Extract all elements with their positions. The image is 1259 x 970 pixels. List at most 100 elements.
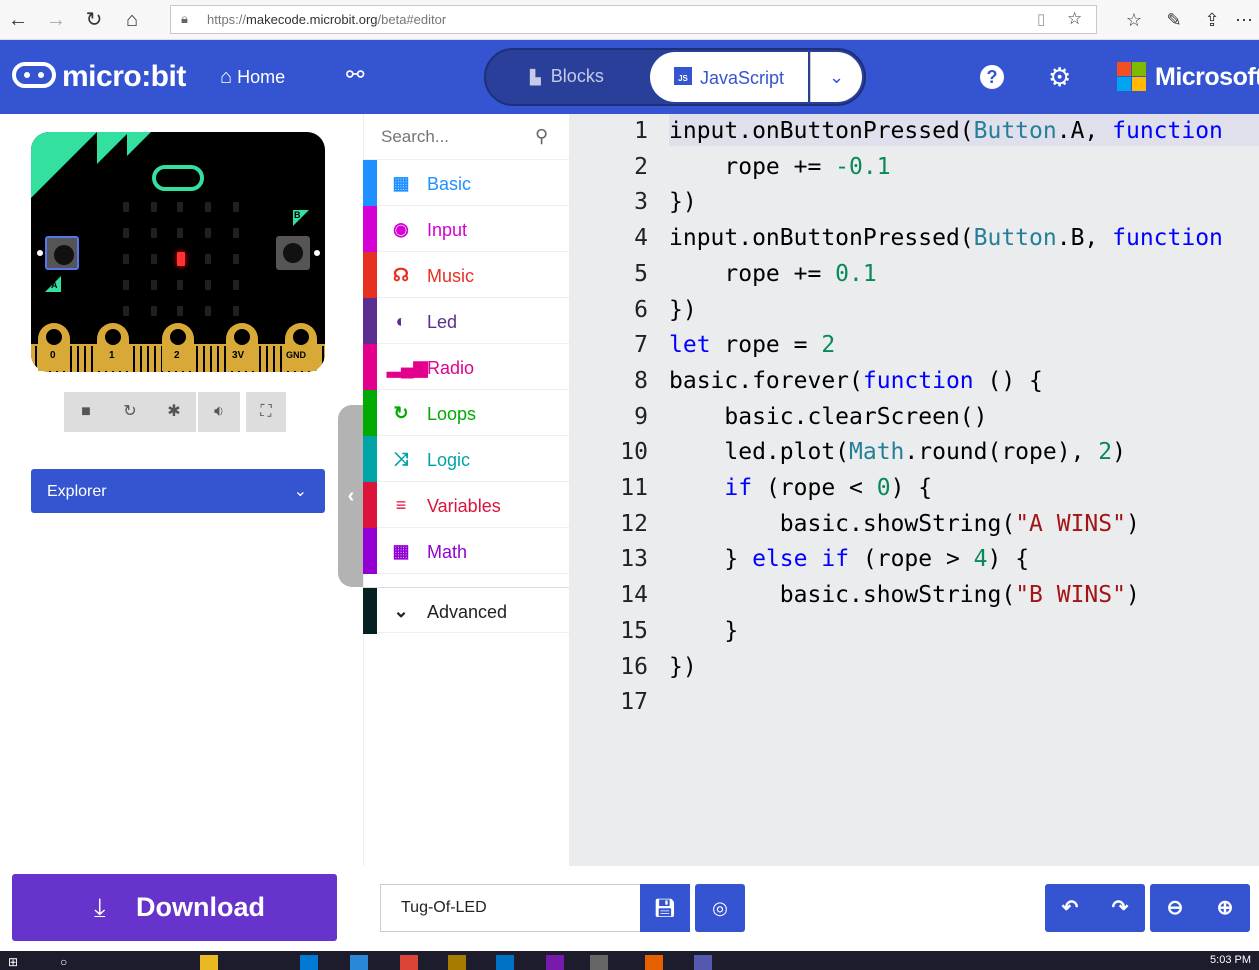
microbit-logo[interactable]: micro:bit (12, 60, 186, 93)
explorer-dropdown[interactable]: Explorer ⌄ (31, 469, 325, 513)
gear-icon[interactable]: ⚙ (1048, 62, 1071, 93)
code-line[interactable]: input.onButtonPressed(Button.B, function (669, 225, 1223, 251)
category-label: Advanced (427, 602, 508, 622)
stop-icon[interactable]: ■ (64, 392, 108, 432)
firefox-icon[interactable] (645, 955, 663, 970)
save-icon[interactable]: 💾︎ (640, 884, 690, 932)
refresh-icon[interactable]: ↻ (80, 6, 108, 34)
chevron-down-icon[interactable]: ⌄ (810, 52, 862, 102)
file-explorer-icon[interactable] (200, 955, 218, 970)
help-icon[interactable]: ? (980, 65, 1004, 89)
code-line[interactable]: if (rope < 0) { (669, 475, 932, 501)
code-line[interactable]: basic.showString("B WINS") (669, 582, 1140, 608)
code-line[interactable]: } (669, 618, 738, 644)
reading-view-icon[interactable]: ▯ (1037, 10, 1045, 28)
more-icon[interactable]: ⋯ (1230, 6, 1258, 34)
code-line[interactable]: } else if (rope > 4) { (669, 546, 1029, 572)
sound-icon[interactable]: 🔉︎ (196, 392, 240, 432)
pin-0[interactable] (38, 323, 70, 371)
outlook-icon[interactable] (496, 955, 514, 970)
active-app-icon[interactable] (590, 955, 608, 970)
category-advanced[interactable]: ⌄ Advanced (363, 587, 569, 634)
home-button[interactable]: ⌂ Home (220, 66, 285, 89)
search-icon[interactable]: ○ (60, 955, 78, 970)
line-number: 17 (620, 689, 648, 716)
pin-3v[interactable] (226, 323, 258, 371)
teams-icon[interactable] (694, 955, 712, 970)
chrome-icon[interactable] (400, 955, 418, 970)
category-music[interactable]: ☊ Music (363, 252, 569, 298)
microsoft-label[interactable]: Microsoft (1155, 63, 1259, 92)
connector-stripe (133, 346, 135, 372)
undo-icon[interactable]: ↶ (1045, 884, 1095, 932)
led-pixel (233, 306, 239, 316)
button-b[interactable] (276, 236, 310, 270)
category-variables[interactable]: ≡ Variables (363, 482, 569, 528)
app-icon[interactable] (448, 955, 466, 970)
windows-start-icon[interactable]: ⊞ (8, 955, 26, 970)
redo-icon[interactable]: ↷ (1095, 884, 1145, 932)
favorites-icon[interactable]: ☆ (1120, 6, 1148, 34)
connector-stripe (84, 346, 86, 372)
code-line[interactable]: }) (669, 189, 697, 215)
zoom-in-icon[interactable]: ⊕ (1200, 884, 1250, 932)
share-icon[interactable]: ⚯ (346, 62, 364, 88)
button-b-dot (314, 250, 320, 256)
headphones-icon: ☊ (393, 265, 409, 285)
code-line[interactable]: led.plot(Math.round(rope), 2) (669, 439, 1126, 465)
collapse-simulator-button[interactable]: ‹ (338, 405, 364, 587)
code-line[interactable]: input.onButtonPressed(Button.A, function (669, 118, 1223, 144)
code-line[interactable]: rope += -0.1 (669, 154, 890, 180)
tab-blocks-label: Blocks (550, 66, 604, 86)
tab-blocks[interactable]: ▙ Blocks (530, 66, 604, 87)
code-line[interactable]: }) (669, 297, 697, 323)
code-line[interactable]: let rope = 2 (669, 332, 835, 358)
code-line[interactable]: rope += 0.1 (669, 261, 876, 287)
led-pixel (177, 228, 183, 238)
category-basic[interactable]: ▦ Basic (363, 160, 569, 206)
category-math[interactable]: ▦ Math (363, 528, 569, 574)
forward-icon[interactable]: → (42, 6, 70, 34)
restart-icon[interactable]: ↻ (108, 392, 152, 432)
category-color-bar (363, 482, 377, 528)
home-icon[interactable]: ⌂ (118, 6, 146, 34)
connector-stripe (322, 346, 324, 372)
debug-icon[interactable]: ✱ (152, 392, 196, 432)
code-line[interactable]: }) (669, 654, 697, 680)
pin-1[interactable] (97, 323, 129, 371)
board-corner-decoration (97, 132, 129, 164)
github-icon[interactable]: ◎ (695, 884, 745, 932)
category-logic[interactable]: ⤨ Logic (363, 436, 569, 482)
led-pixel (123, 280, 129, 290)
code-line[interactable]: basic.clearScreen() (669, 404, 987, 430)
category-loops[interactable]: ↻ Loops (363, 390, 569, 436)
category-input[interactable]: ◉ Input (363, 206, 569, 252)
project-name-input[interactable] (380, 884, 642, 932)
share-page-icon[interactable]: ⇪ (1198, 6, 1226, 34)
pin-2[interactable] (162, 323, 194, 371)
code-line[interactable]: basic.showString("A WINS") (669, 511, 1140, 537)
button-a[interactable] (45, 236, 79, 270)
line-number: 7 (634, 332, 648, 359)
board-logo-icon (152, 165, 204, 191)
download-button[interactable]: ⤓ Download (12, 874, 337, 941)
logo-text: micro:bit (62, 60, 186, 93)
onenote-icon[interactable] (546, 955, 564, 970)
code-line[interactable]: basic.forever(function () { (669, 368, 1043, 394)
zoom-out-icon[interactable]: ⊖ (1150, 884, 1200, 932)
pin-gnd[interactable] (285, 323, 317, 371)
connector-stripe (77, 346, 79, 372)
search-icon[interactable]: ⚲ (535, 126, 548, 147)
favorite-star-icon[interactable]: ☆ (1067, 9, 1082, 29)
fullscreen-icon[interactable]: ⛶ (246, 392, 286, 432)
tab-javascript[interactable]: JS JavaScript (650, 52, 808, 102)
category-radio[interactable]: ▂▄▆ Radio (363, 344, 569, 390)
category-led[interactable]: ◐ Led (363, 298, 569, 344)
back-icon[interactable]: ← (4, 6, 32, 34)
pen-icon[interactable]: ✎ (1160, 6, 1188, 34)
search-input[interactable] (381, 127, 531, 147)
mail-icon[interactable] (300, 955, 318, 970)
address-bar[interactable]: 🔒︎ https://makecode.microbit.org/beta#ed… (170, 5, 1097, 34)
refresh-icon: ↻ (393, 403, 409, 423)
edge-icon[interactable] (350, 955, 368, 970)
